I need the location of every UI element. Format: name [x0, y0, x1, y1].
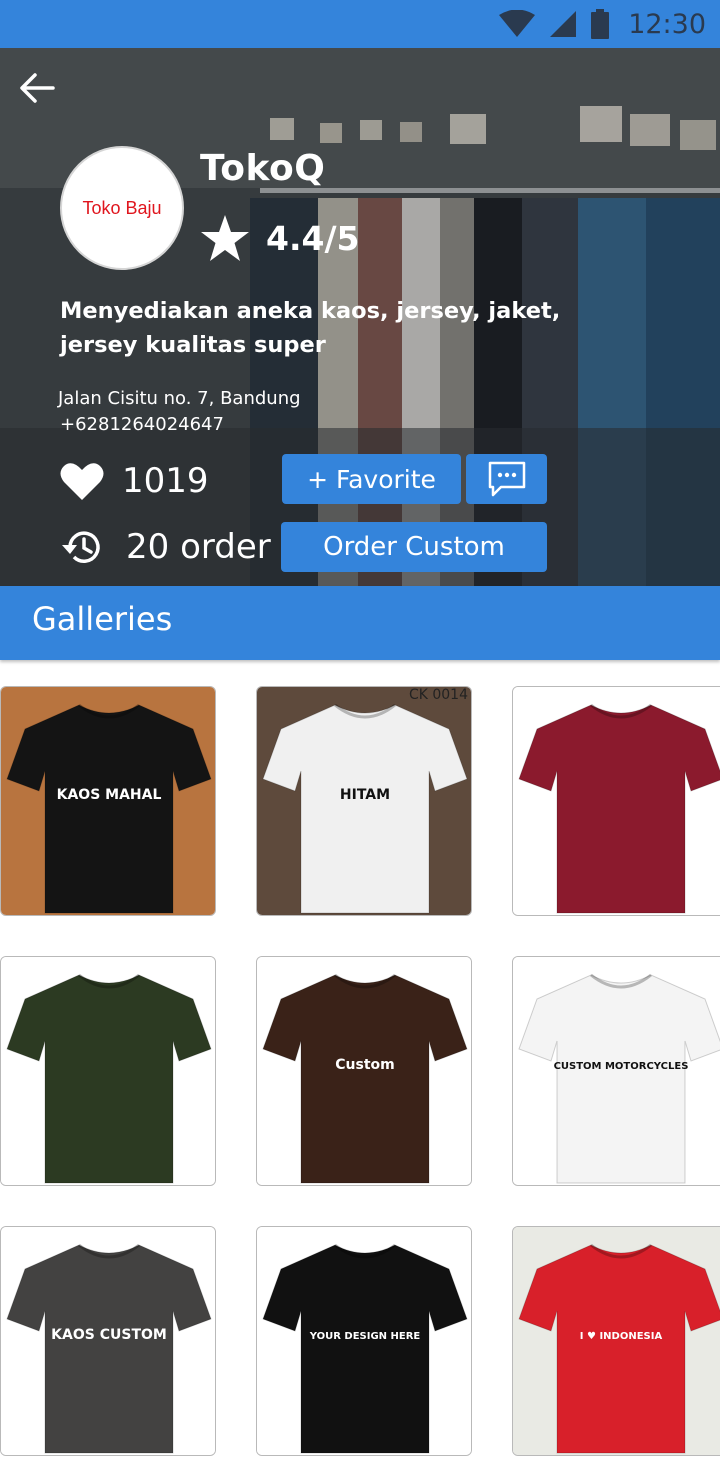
product-code-label: CK 0014	[408, 687, 468, 703]
likes-stat: 1019	[60, 457, 209, 505]
orders-stat: 20 order	[60, 523, 271, 571]
gallery-item[interactable]: KAOS MAHAL	[0, 686, 216, 916]
store-logo-text: Toko Baju	[82, 197, 162, 218]
signal-icon	[550, 11, 577, 37]
galleries-header: Galleries	[0, 586, 720, 660]
history-icon	[62, 531, 100, 563]
star-icon	[201, 215, 249, 261]
rating: 4.4/5	[200, 212, 359, 264]
likes-count: 1019	[122, 461, 209, 501]
tshirt-image: YOUR DESIGN HERE	[257, 1227, 471, 1455]
store-address: Jalan Cisitu no. 7, Bandung	[58, 388, 301, 409]
tshirt-print-text: KAOS CUSTOM	[51, 1327, 167, 1343]
gallery-item[interactable]: HITAM CK 0014	[256, 686, 472, 916]
tshirt-print-text: Custom	[335, 1057, 394, 1073]
tshirt-image: Custom	[257, 957, 471, 1185]
gallery-item[interactable]	[0, 956, 216, 1186]
gallery-item[interactable]: KAOS CUSTOM	[0, 1226, 216, 1456]
order-custom-button[interactable]: Order Custom	[281, 522, 547, 572]
store-header: Toko Baju TokoQ 4.4/5 Menyediakan aneka …	[0, 48, 720, 586]
tshirt-image: CUSTOM MOTORCYCLES	[513, 957, 720, 1185]
store-description: Menyediakan aneka kaos, jersey, jaket, j…	[60, 298, 561, 358]
tshirt-image: I ♥ INDONESIA	[513, 1227, 720, 1455]
gallery-item[interactable]: CUSTOM MOTORCYCLES	[512, 956, 720, 1186]
tshirt-image: KAOS CUSTOM	[1, 1227, 215, 1455]
heart-icon	[60, 463, 104, 500]
tshirt-print-text: KAOS MAHAL	[57, 787, 162, 803]
gallery-item[interactable]: Custom	[256, 956, 472, 1186]
tshirt-image	[513, 687, 720, 915]
back-button[interactable]	[14, 68, 60, 108]
gallery-item[interactable]	[512, 686, 720, 916]
tshirt-image: HITAM	[257, 687, 471, 915]
chat-button[interactable]	[466, 454, 547, 504]
tshirt-print-text: I ♥ INDONESIA	[580, 1331, 663, 1342]
store-phone: +6281264024647	[60, 414, 224, 435]
status-bar: 12:30	[0, 0, 720, 48]
tshirt-image: KAOS MAHAL	[1, 687, 215, 915]
status-time: 12:30	[628, 8, 706, 40]
rating-value: 4.4/5	[266, 218, 360, 258]
gallery-item[interactable]: I ♥ INDONESIA	[512, 1226, 720, 1456]
arrow-left-icon	[20, 73, 55, 103]
gallery-item[interactable]: YOUR DESIGN HERE	[256, 1226, 472, 1456]
store-name: TokoQ	[200, 148, 326, 189]
chat-bubble-icon	[488, 461, 525, 497]
wifi-icon	[499, 10, 536, 37]
galleries-title: Galleries	[32, 600, 173, 638]
tshirt-image	[1, 957, 215, 1185]
battery-icon	[591, 9, 610, 39]
tshirt-print-text: HITAM	[340, 787, 390, 803]
tshirt-print-text: CUSTOM MOTORCYCLES	[554, 1061, 689, 1072]
tshirt-print-text: YOUR DESIGN HERE	[309, 1331, 421, 1342]
status-icons: 12:30	[498, 6, 706, 42]
store-logo: Toko Baju	[60, 146, 184, 270]
orders-count: 20 order	[126, 527, 271, 567]
favorite-button[interactable]: + Favorite	[282, 454, 461, 504]
